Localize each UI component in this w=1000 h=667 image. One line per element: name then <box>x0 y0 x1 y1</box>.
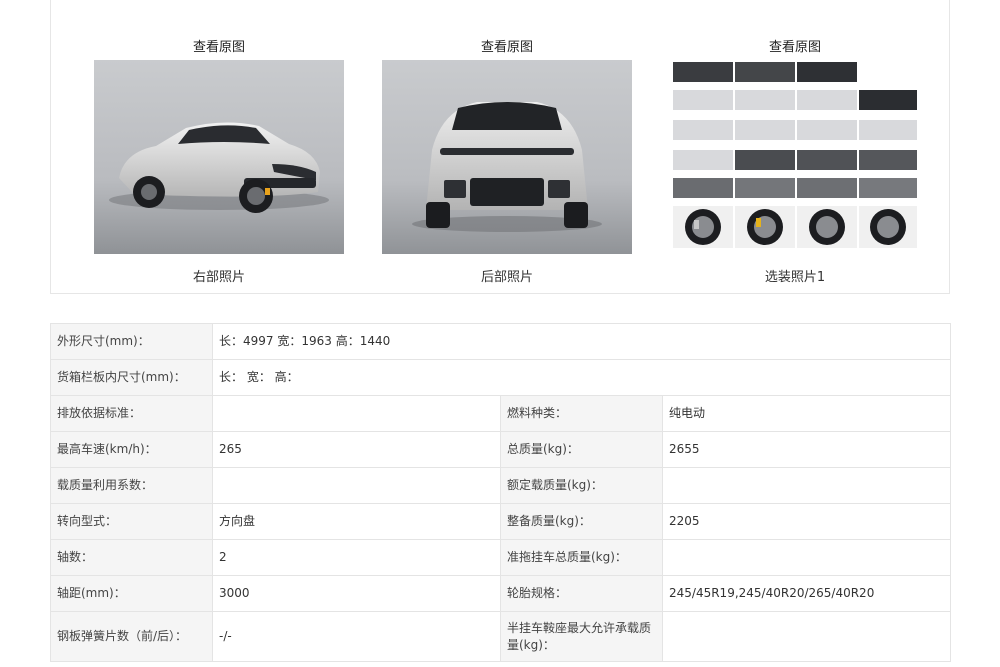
spec-value: -/- <box>212 611 501 662</box>
spec-label: 燃料种类： <box>500 395 663 432</box>
spec-value: 方向盘 <box>212 503 501 540</box>
table-row: 轴数： 2 准拖挂车总质量(kg)： <box>50 539 952 576</box>
table-row: 货箱栏板内尺寸(mm)： 长： 宽： 高： <box>50 359 952 396</box>
spec-label: 轴数： <box>50 539 213 576</box>
spec-label: 总质量(kg)： <box>500 431 663 468</box>
photo-card-right: 查看原图 右部照片 <box>94 0 344 294</box>
spec-label: 转向型式： <box>50 503 213 540</box>
spec-value: 3000 <box>212 575 501 612</box>
spec-value <box>212 467 501 504</box>
spec-table: 外形尺寸(mm)： 长：4997 宽：1963 高：1440 货箱栏板内尺寸(m… <box>50 323 952 662</box>
spec-label: 载质量利用系数： <box>50 467 213 504</box>
table-row: 载质量利用系数： 额定载质量(kg)： <box>50 467 952 504</box>
car-rear-icon <box>382 60 632 254</box>
photo-caption: 右部照片 <box>192 270 245 285</box>
optional-parts-collage-icon <box>670 60 920 254</box>
photo-caption: 后部照片 <box>480 270 533 285</box>
spec-label: 额定载质量(kg)： <box>500 467 663 504</box>
spec-label: 轴距(mm)： <box>50 575 213 612</box>
spec-value: 2 <box>212 539 501 576</box>
spec-label: 外形尺寸(mm)： <box>50 323 213 360</box>
spec-label: 货箱栏板内尺寸(mm)： <box>50 359 213 396</box>
table-row: 钢板弹簧片数（前/后）： -/- 半挂车鞍座最大允许承载质量(kg)： <box>50 611 952 662</box>
car-rear-photo[interactable] <box>382 60 632 254</box>
view-original-link[interactable]: 查看原图 <box>94 36 344 55</box>
table-row: 最高车速(km/h)： 265 总质量(kg)： 2655 <box>50 431 952 468</box>
spec-label: 半挂车鞍座最大允许承载质量(kg)： <box>500 611 663 662</box>
optional-parts-photo[interactable] <box>670 60 920 254</box>
spec-value: 2205 <box>661 503 952 540</box>
photo-card-rear: 查看原图 后部照片 <box>382 0 632 294</box>
table-row: 排放依据标准： 燃料种类： 纯电动 <box>50 395 952 432</box>
spec-value <box>661 539 952 576</box>
photo-card-optional: 查看原图 选装照片1 <box>670 0 920 294</box>
spec-value: 长： 宽： 高： <box>211 359 952 396</box>
spec-label: 整备质量(kg)： <box>500 503 663 540</box>
photo-caption: 选装照片1 <box>764 270 826 285</box>
spec-label: 轮胎规格： <box>500 575 663 612</box>
car-front-right-icon <box>94 60 344 254</box>
spec-value <box>661 467 952 504</box>
spec-value <box>212 395 501 432</box>
spec-value: 245/45R19,245/40R20/265/40R20 <box>661 575 952 612</box>
spec-value <box>661 611 952 662</box>
spec-label: 最高车速(km/h)： <box>50 431 213 468</box>
spec-value: 长：4997 宽：1963 高：1440 <box>211 323 952 360</box>
photo-gallery: 查看原图 右部照片 查看原图 后部照片 查看原图 选装照片1 <box>50 0 950 294</box>
table-row: 轴距(mm)： 3000 轮胎规格： 245/45R19,245/40R20/2… <box>50 575 952 612</box>
table-row: 转向型式： 方向盘 整备质量(kg)： 2205 <box>50 503 952 540</box>
car-front-right-photo[interactable] <box>94 60 344 254</box>
spec-label: 排放依据标准： <box>50 395 213 432</box>
spec-label: 钢板弹簧片数（前/后）： <box>50 611 213 662</box>
spec-value: 2655 <box>661 431 952 468</box>
spec-value: 纯电动 <box>661 395 952 432</box>
view-original-link[interactable]: 查看原图 <box>382 36 632 55</box>
table-row: 外形尺寸(mm)： 长：4997 宽：1963 高：1440 <box>50 323 952 360</box>
view-original-link[interactable]: 查看原图 <box>670 36 920 55</box>
spec-label: 准拖挂车总质量(kg)： <box>500 539 663 576</box>
spec-value: 265 <box>212 431 501 468</box>
